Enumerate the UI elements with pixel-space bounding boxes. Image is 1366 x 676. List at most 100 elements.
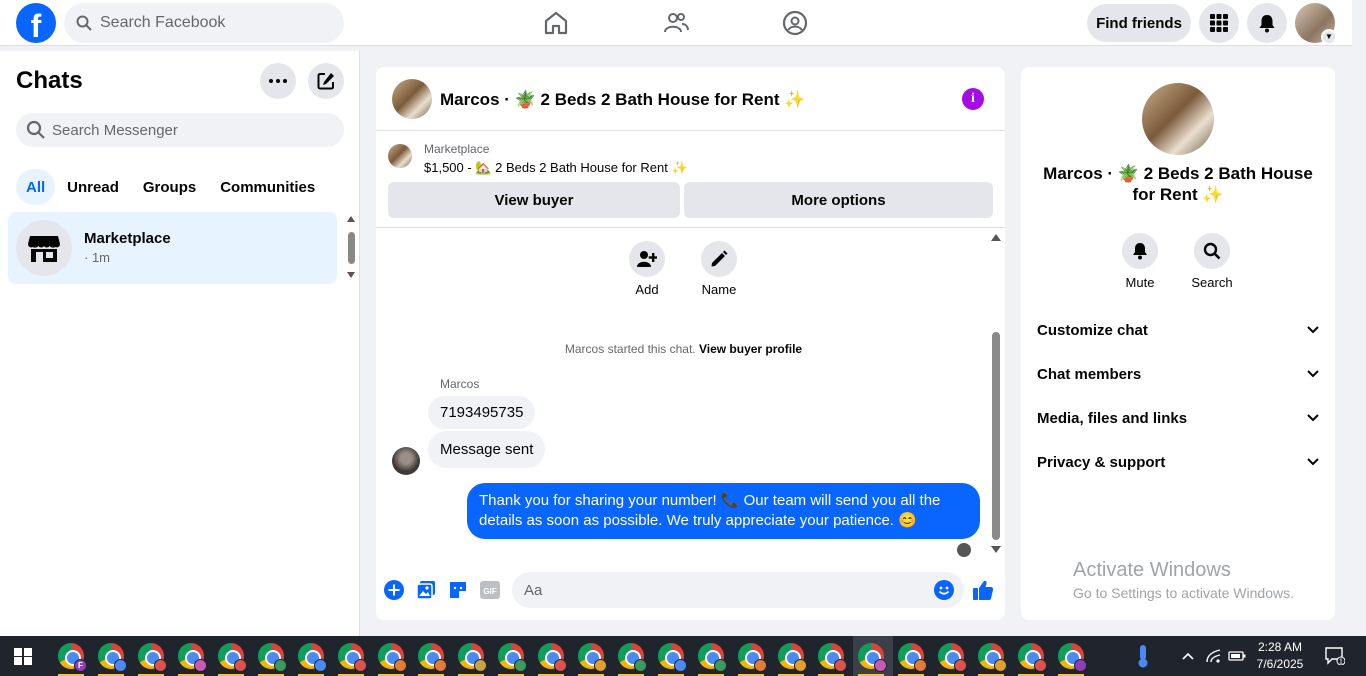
notifications-bell-icon[interactable] [1247, 3, 1287, 43]
section-label: Customize chat [1037, 321, 1148, 339]
network-icon[interactable] [1205, 636, 1223, 676]
profile-badge-icon [1074, 659, 1087, 672]
details-title: Marcos · 🪴 2 Beds 2 Bath House for Rent … [1043, 164, 1313, 204]
details-avatar[interactable] [1142, 83, 1214, 155]
filter-tab-communities[interactable]: Communities [208, 169, 327, 205]
chevron-down-icon [1307, 458, 1319, 466]
taskbar-chrome-profile-icon[interactable]: F [58, 643, 87, 672]
taskbar-chrome-profile-icon[interactable] [538, 643, 567, 672]
taskbar-chrome-profile-icon[interactable] [698, 643, 727, 672]
more-options-button[interactable]: More options [684, 182, 993, 218]
taskbar-chrome-profile-icon[interactable] [1058, 643, 1087, 672]
taskbar-chrome-profile-icon[interactable] [378, 643, 407, 672]
taskbar-chrome-profile-icon[interactable] [618, 643, 647, 672]
new-message-button[interactable] [308, 63, 344, 99]
taskbar-chrome-profile-icon[interactable] [858, 643, 887, 672]
messenger-search-input[interactable]: Search Messenger [16, 113, 344, 147]
facebook-logo[interactable]: f [16, 3, 56, 43]
media-files-links-section[interactable]: Media, files and links [1037, 396, 1319, 440]
filter-tab-all[interactable]: All [16, 169, 56, 205]
groups-nav-icon[interactable] [780, 8, 810, 38]
chevron-up-icon[interactable] [1180, 636, 1196, 676]
watermark-line-2: Go to Settings to activate Windows. [1073, 585, 1294, 601]
taskbar-chrome-profile-icon[interactable] [458, 643, 487, 672]
menu-grid-icon[interactable] [1199, 3, 1239, 43]
read-receipt-avatar [957, 543, 971, 557]
profile-badge-icon [834, 659, 847, 672]
listing-thumbnail[interactable] [388, 144, 412, 168]
incoming-message[interactable]: 7193495735 [428, 396, 536, 429]
taskbar-chrome-profile-icon[interactable] [898, 643, 927, 672]
watermark-line-1: Activate Windows [1073, 559, 1231, 581]
system-clock[interactable]: 2:28 AM 7/6/2025 [1249, 639, 1311, 673]
thumbs-up-icon[interactable] [972, 579, 994, 601]
view-buyer-profile-link[interactable]: View buyer profile [699, 342, 802, 356]
emoji-icon[interactable] [934, 580, 954, 600]
thermometer-icon[interactable] [1133, 636, 1153, 676]
windows-start-icon[interactable] [14, 648, 32, 665]
friends-nav-icon[interactable] [661, 8, 691, 38]
taskbar-chrome-profile-icon[interactable] [658, 643, 687, 672]
sender-name: Marcos [440, 377, 480, 391]
privacy-support-section[interactable]: Privacy & support [1037, 440, 1319, 484]
sticker-icon[interactable] [447, 579, 469, 601]
profile-badge-icon [674, 659, 687, 672]
listing-price[interactable]: $1,500 - 🏡 2 Beds 2 Bath House for Rent … [424, 160, 688, 176]
outgoing-message[interactable]: Thank you for sharing your number! 📞 Our… [467, 483, 980, 539]
taskbar-chrome-profile-icon[interactable] [298, 643, 327, 672]
taskbar-chrome-profile-icon[interactable] [98, 643, 127, 672]
message-input[interactable]: Aa [512, 572, 964, 608]
photo-gallery-icon[interactable] [415, 579, 437, 601]
conversation-scrollbar[interactable] [989, 230, 1003, 558]
account-avatar[interactable]: ▼ [1295, 3, 1337, 45]
clock-date: 7/6/2025 [1256, 657, 1304, 671]
taskbar-chrome-profile-icon[interactable] [178, 643, 207, 672]
facebook-search-input[interactable]: Search Facebook [64, 3, 344, 43]
incoming-message[interactable]: Message sent [428, 431, 546, 468]
search-action[interactable]: Search [1182, 233, 1242, 290]
chat-members-section[interactable]: Chat members [1037, 352, 1319, 396]
conversation-scroll-thumb[interactable] [992, 332, 1000, 540]
conversation-avatar[interactable] [392, 79, 432, 119]
taskbar-chrome-profile-icon[interactable] [258, 643, 287, 672]
chat-list-scroll-thumb[interactable] [348, 232, 355, 264]
taskbar-chrome-profile-icon[interactable] [938, 643, 967, 672]
page-scrollbar[interactable] [1352, 0, 1366, 636]
chat-filter-tabs: All Unread Groups Communities [16, 169, 327, 205]
sender-avatar[interactable] [392, 447, 420, 475]
taskbar-chrome-profile-icon[interactable] [1018, 643, 1047, 672]
chat-options-button[interactable] [260, 63, 296, 99]
profile-badge-icon [914, 659, 927, 672]
chats-title: Chats [16, 67, 83, 94]
add-action[interactable]: Add [617, 241, 677, 297]
gif-icon[interactable]: GIF [479, 579, 501, 601]
taskbar-chrome-profile-icon[interactable] [578, 643, 607, 672]
customize-chat-section[interactable]: Customize chat [1037, 308, 1319, 352]
view-buyer-button[interactable]: View buyer [388, 182, 680, 218]
taskbar-chrome-profile-icon[interactable] [778, 643, 807, 672]
taskbar-chrome-profile-icon[interactable] [218, 643, 247, 672]
taskbar-chrome-profile-icon[interactable] [738, 643, 767, 672]
filter-tab-unread[interactable]: Unread [55, 169, 131, 205]
name-action[interactable]: Name [689, 241, 749, 297]
taskbar-chrome-profile-icon[interactable] [338, 643, 367, 672]
chat-list-scrollbar[interactable] [345, 214, 357, 280]
conversation-title[interactable]: Marcos · 🪴 2 Beds 2 Bath House for Rent … [440, 90, 805, 110]
battery-icon[interactable] [1227, 636, 1247, 676]
plus-circle-icon[interactable] [383, 579, 405, 601]
info-icon[interactable]: i [962, 88, 984, 110]
messenger-search-placeholder: Search Messenger [52, 121, 178, 139]
taskbar-chrome-profile-icon[interactable] [978, 643, 1007, 672]
profile-badge-icon [994, 659, 1007, 672]
taskbar-chrome-profile-icon[interactable] [418, 643, 447, 672]
taskbar-chrome-profile-icon[interactable] [138, 643, 167, 672]
filter-tab-groups[interactable]: Groups [131, 169, 208, 205]
taskbar-chrome-profile-icon[interactable] [498, 643, 527, 672]
mute-action[interactable]: Mute [1110, 233, 1170, 290]
home-nav-icon[interactable] [541, 8, 571, 38]
notification-center-icon[interactable]: 1 [1323, 636, 1347, 676]
chat-list-item[interactable]: Marketplace · 1m [8, 212, 337, 284]
taskbar-chrome-profile-icon[interactable] [818, 643, 847, 672]
profile-badge-icon [354, 659, 367, 672]
find-friends-button[interactable]: Find friends [1087, 4, 1191, 42]
